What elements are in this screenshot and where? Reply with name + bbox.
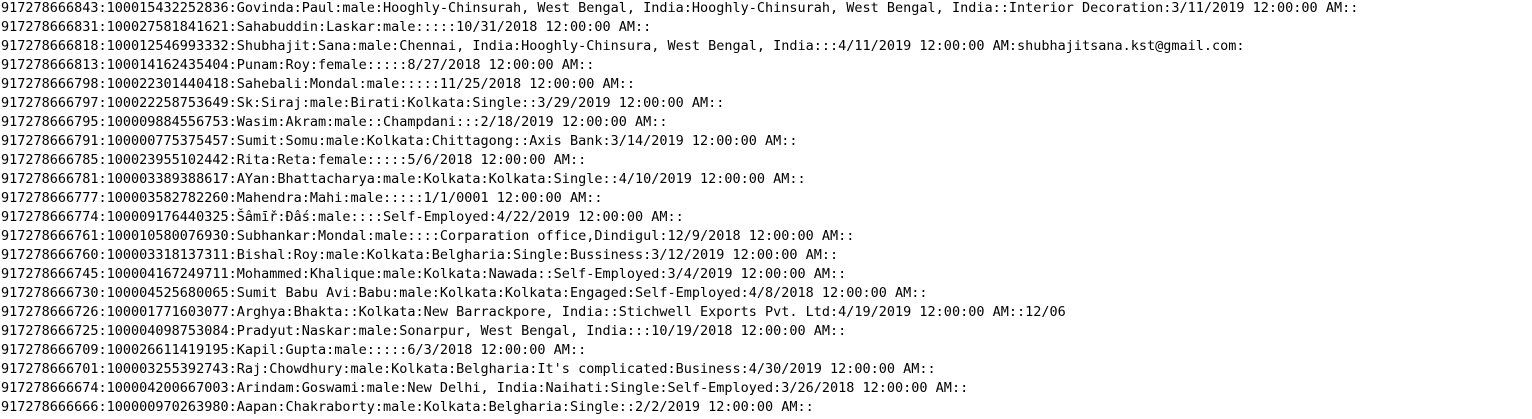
text-line: 917278666795:100009884556753:Wasim:Akram… (1, 114, 668, 130)
text-line: 917278666798:100022301440418:Sahebali:Mo… (1, 76, 635, 92)
text-line: 917278666674:100004200667003:Arindam:Gos… (1, 380, 969, 396)
text-line: 917278666813:100014162435404:Punam:Roy:f… (1, 57, 595, 73)
text-line: 917278666701:100003255392743:Raj:Chowdhu… (1, 361, 936, 377)
text-line: 917278666785:100023955102442:Rita:Reta:f… (1, 152, 587, 168)
text-line: 917278666726:100001771603077:Arghya:Bhak… (1, 304, 1066, 320)
text-line: 917278666666:100000970263980:Aapan:Chakr… (1, 399, 814, 415)
text-line: 917278666709:100026611419195:Kapil:Gupta… (1, 342, 587, 358)
text-line: 917278666774:100009176440325:Šâmīř:Ðâś:m… (1, 209, 684, 225)
text-line: 917278666797:100022258753649:Sk:Siraj:ma… (1, 95, 725, 111)
text-line: 917278666831:100027581841621:Sahabuddin:… (1, 19, 652, 35)
text-line: 917278666730:100004525680065:Sumit Babu … (1, 285, 928, 301)
text-line: 917278666725:100004098753084:Pradyut:Nas… (1, 323, 847, 339)
text-line: 917278666761:100010580076930:Subhankar:M… (1, 228, 855, 244)
text-line: 917278666818:100012546993332:Shubhajit:S… (1, 38, 1245, 54)
text-line: 917278666745:100004167249711:Mohammed:Kh… (1, 266, 847, 282)
text-viewer[interactable]: 917278666843:100015432252836:Govinda:Pau… (0, 0, 1532, 419)
text-line: 917278666777:100003582782260:Mahendra:Ma… (1, 190, 603, 206)
text-line: 917278666781:100003389388617:AYan:Bhatta… (1, 171, 806, 187)
text-line: 917278666760:100003318137311:Bishal:Roy:… (1, 247, 839, 263)
text-line: 917278666843:100015432252836:Govinda:Pau… (1, 0, 1359, 16)
text-line: 917278666791:100000775375457:Sumit:Somu:… (1, 133, 798, 149)
text-lines: 917278666843:100015432252836:Govinda:Pau… (1, 0, 1358, 417)
